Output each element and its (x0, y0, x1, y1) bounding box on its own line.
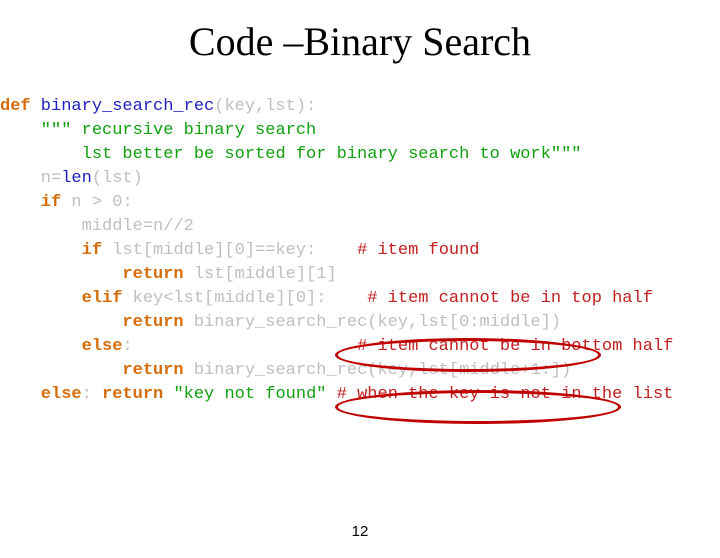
string-lit: "key not found" (173, 385, 326, 404)
slide: Code –Binary Search def binary_search_re… (0, 18, 720, 558)
comment: # item cannot be in top half (367, 289, 653, 308)
code-block: def binary_search_rec(key,lst): """ recu… (0, 95, 720, 407)
code-seg: : (82, 385, 102, 404)
kw-else: else (0, 337, 122, 356)
page-number: 12 (0, 523, 720, 540)
code-seg: n= (0, 169, 61, 188)
kw-return: return (0, 361, 184, 380)
kw-return: return (102, 385, 163, 404)
code-seg: lst[middle][0]==key: (102, 241, 357, 260)
comment: # item cannot be in bottom half (357, 337, 673, 356)
code-seg: middle=n//2 (0, 217, 194, 236)
code-seg: binary_search_rec(key,lst[0:middle]) (184, 313, 561, 332)
code-seg: : (122, 337, 357, 356)
code-seg: (key,lst): (214, 97, 316, 116)
slide-title: Code –Binary Search (0, 18, 720, 65)
code-seg (163, 385, 173, 404)
code-seg: : (122, 193, 132, 212)
code-seg (326, 385, 336, 404)
comment: # item found (357, 241, 479, 260)
kw-elif: elif (0, 289, 122, 308)
kw-return: return (0, 265, 184, 284)
code-seg: lst[middle][1] (184, 265, 337, 284)
comment: # when the key is not in the list (337, 385, 674, 404)
kw-if: if (0, 193, 61, 212)
code-seg: (lst) (92, 169, 143, 188)
code-seg: n > 0 (61, 193, 122, 212)
kw-else: else (0, 385, 82, 404)
docstring-l1: """ recursive binary search (0, 121, 316, 140)
docstring-l2: lst better be sorted for binary search t… (0, 145, 582, 164)
fn-name: binary_search_rec (31, 97, 215, 116)
kw-return: return (0, 313, 184, 332)
code-seg: binary_search_rec(key,lst[middle+1:]) (184, 361, 572, 380)
kw-def: def (0, 97, 31, 116)
code-seg: key<lst[middle][0]: (122, 289, 367, 308)
kw-if: if (0, 241, 102, 260)
builtin-len: len (61, 169, 92, 188)
